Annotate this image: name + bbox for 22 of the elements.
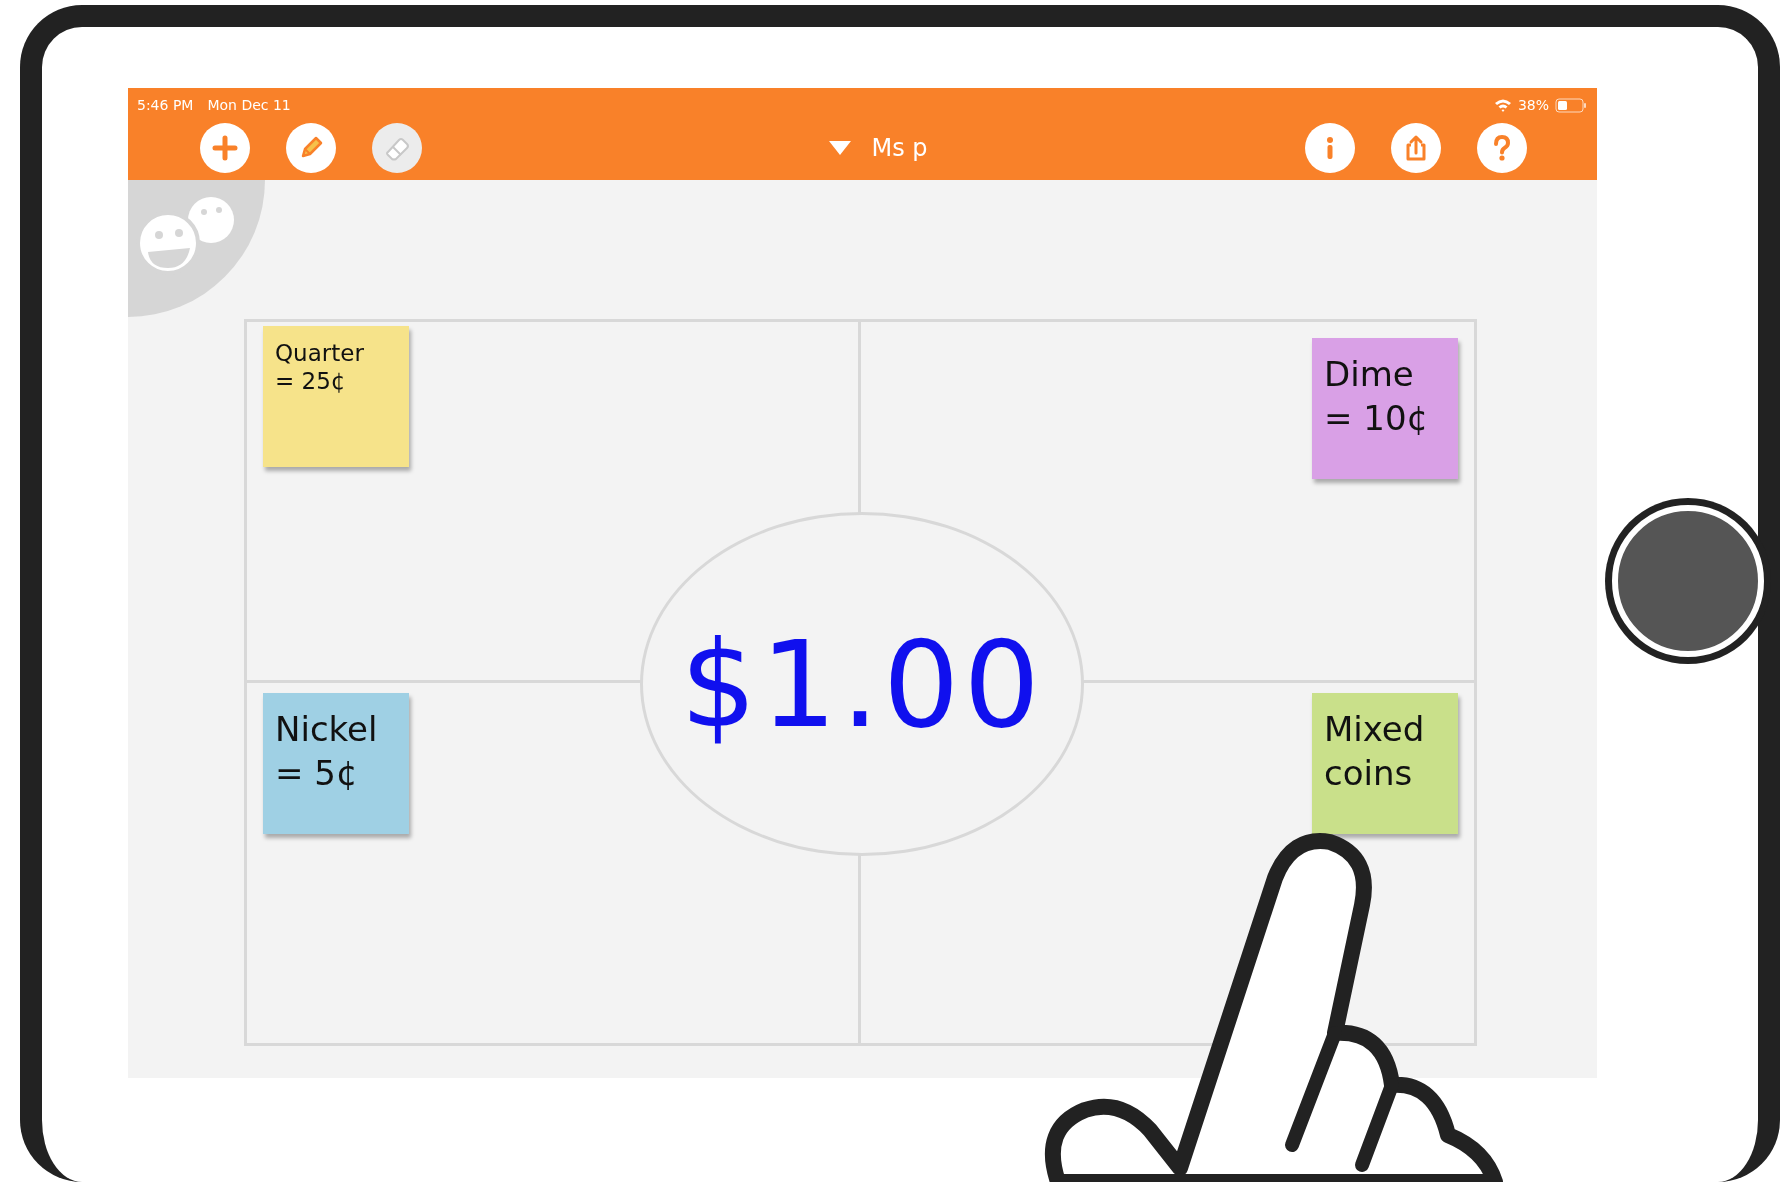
plus-icon	[210, 133, 240, 163]
note-text: Quarter = 25¢	[275, 340, 365, 396]
battery-icon	[1555, 97, 1587, 113]
sticky-note[interactable]: Mixed coins	[1312, 692, 1458, 834]
help-button[interactable]	[1477, 123, 1527, 173]
info-icon	[1326, 136, 1334, 160]
sticky-note[interactable]: Dime = 10¢	[1312, 338, 1458, 479]
caret-icon	[829, 141, 852, 155]
share-button[interactable]	[1391, 123, 1441, 173]
info-button[interactable]	[1305, 123, 1355, 173]
sticky-note[interactable]: Nickel = 5¢	[263, 692, 409, 834]
add-button[interactable]	[200, 123, 250, 173]
pen-button[interactable]	[286, 123, 336, 173]
status-date: Mon Dec 11	[207, 97, 291, 113]
status-time: 5:46 PM	[137, 97, 194, 113]
battery-percent: 38%	[1517, 97, 1549, 113]
handwritten-text: $1.00	[680, 614, 1044, 754]
note-text: Nickel = 5¢	[275, 707, 379, 795]
sticky-note[interactable]: Quarter = 25¢	[263, 326, 409, 467]
wifi-icon	[1493, 98, 1512, 112]
note-text: Dime = 10¢	[1324, 353, 1430, 441]
note-text: Mixed coins	[1324, 707, 1426, 795]
